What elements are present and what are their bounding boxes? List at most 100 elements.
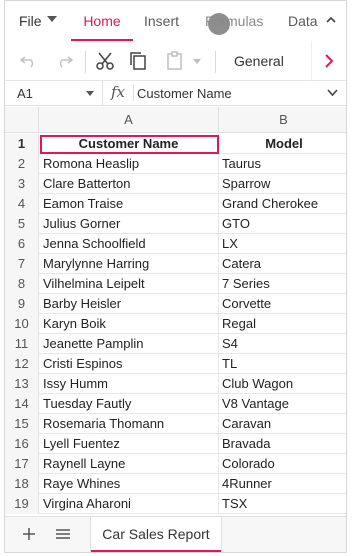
tab-file-label: File (19, 13, 42, 29)
row-header[interactable]: 6 (5, 234, 39, 254)
row-header[interactable]: 16 (5, 434, 39, 454)
cell-a[interactable]: Julius Gorner (39, 214, 219, 234)
table-row: 17 Raynell Layne Colorado (5, 454, 346, 474)
cell-a[interactable]: Barby Heisler (39, 294, 219, 314)
redo-button[interactable] (52, 49, 76, 73)
tab-home-label: Home (83, 13, 121, 29)
row-header[interactable]: 10 (5, 314, 39, 334)
add-sheet-icon[interactable] (21, 526, 37, 542)
cell-a[interactable]: Customer Name (39, 134, 219, 154)
sheet-tab-bar: Car Sales Report (5, 516, 346, 552)
row-header[interactable]: 1 (5, 134, 39, 154)
table-row: 8 Vilhelmina Leipelt 7 Series (5, 274, 346, 294)
chevron-right-icon (325, 54, 334, 68)
paste-options-button[interactable] (189, 49, 205, 73)
cell-a[interactable]: Tuesday Fautly (39, 394, 219, 414)
cell-a[interactable]: Jenna Schoolfield (39, 234, 219, 254)
cell-a[interactable]: Cristi Espinos (39, 354, 219, 374)
tab-data[interactable]: Data (288, 13, 318, 39)
row-header[interactable]: 17 (5, 454, 39, 474)
cell-b[interactable]: Regal (219, 314, 346, 334)
cell-b[interactable]: GTO (219, 214, 346, 234)
row-header[interactable]: 2 (5, 154, 39, 174)
fx-icon[interactable]: fx (111, 83, 125, 101)
cell-a[interactable]: Lyell Fuentez (39, 434, 219, 454)
name-box-value: A1 (17, 86, 33, 101)
cell-b[interactable]: Model (219, 134, 346, 154)
cell-a[interactable]: Raye Whines (39, 474, 219, 494)
cell-a[interactable]: Jeanette Pamplin (39, 334, 219, 354)
table-row: 12 Cristi Espinos TL (5, 354, 346, 374)
table-row: 18 Raye Whines 4Runner (5, 474, 346, 494)
sheet-tab-active[interactable]: Car Sales Report (90, 517, 222, 552)
table-row: 1 Customer Name Model (5, 134, 346, 154)
row-header[interactable]: 4 (5, 194, 39, 214)
formula-bar: A1 fx Customer Name (5, 81, 346, 106)
cell-b[interactable]: 7 Series (219, 274, 346, 294)
column-header-a[interactable]: A (39, 107, 219, 133)
cell-b[interactable]: Bravada (219, 434, 346, 454)
cell-a[interactable]: Virgina Aharoni (39, 494, 219, 514)
row-header[interactable]: 8 (5, 274, 39, 294)
toolbar-scroll-right-button[interactable] (311, 41, 346, 81)
tab-file[interactable]: File (19, 13, 57, 39)
name-box[interactable]: A1 (5, 81, 103, 105)
tab-insert[interactable]: Insert (144, 13, 179, 39)
cell-b[interactable]: Club Wagon (219, 374, 346, 394)
row-header[interactable]: 9 (5, 294, 39, 314)
row-header[interactable]: 19 (5, 494, 39, 514)
column-header-b[interactable]: B (219, 107, 346, 133)
cell-a[interactable]: Romona Heaslip (39, 154, 219, 174)
collapse-ribbon-button[interactable] (326, 15, 336, 25)
sheet-list-icon[interactable] (55, 527, 71, 541)
cell-a[interactable]: Marylynne Harring (39, 254, 219, 274)
chevron-down-icon (193, 58, 201, 64)
row-header[interactable]: 12 (5, 354, 39, 374)
copy-button[interactable] (126, 49, 150, 73)
row-header[interactable]: 3 (5, 174, 39, 194)
cell-b[interactable]: S4 (219, 334, 346, 354)
cell-b[interactable]: Caravan (219, 414, 346, 434)
cell-b[interactable]: LX (219, 234, 346, 254)
row-header[interactable]: 11 (5, 334, 39, 354)
formula-input[interactable]: Customer Name (137, 86, 232, 101)
table-row: 3 Clare Batterton Sparrow (5, 174, 346, 194)
cut-button[interactable] (93, 49, 117, 73)
cell-b[interactable]: Taurus (219, 154, 346, 174)
active-sheet-indicator (91, 550, 221, 552)
cell-a[interactable]: Clare Batterton (39, 174, 219, 194)
cell-a[interactable]: Vilhelmina Leipelt (39, 274, 219, 294)
cell-a[interactable]: Raynell Layne (39, 454, 219, 474)
cell-b[interactable]: 4Runner (219, 474, 346, 494)
tab-home[interactable]: Home (71, 13, 133, 41)
cell-b[interactable]: Colorado (219, 454, 346, 474)
cell-b[interactable]: TSX (219, 494, 346, 514)
cell-b[interactable]: Grand Cherokee (219, 194, 346, 214)
row-header[interactable]: 13 (5, 374, 39, 394)
select-all-corner[interactable] (5, 107, 39, 133)
table-row: 10 Karyn Boik Regal (5, 314, 346, 334)
redo-icon (59, 56, 73, 68)
formula-separator (133, 85, 134, 101)
expand-formula-bar-icon[interactable] (327, 89, 338, 97)
row-header[interactable]: 7 (5, 254, 39, 274)
chevron-up-icon (326, 16, 336, 23)
cell-b[interactable]: TL (219, 354, 346, 374)
cell-b[interactable]: V8 Vantage (219, 394, 346, 414)
cell-a[interactable]: Issy Humm (39, 374, 219, 394)
cell-a[interactable]: Rosemaria Thomann (39, 414, 219, 434)
cell-b[interactable]: Catera (219, 254, 346, 274)
cell-b[interactable]: Sparrow (219, 174, 346, 194)
cell-a[interactable]: Eamon Traise (39, 194, 219, 214)
cell-a[interactable]: Karyn Boik (39, 314, 219, 334)
tab-formulas[interactable]: Formulas (205, 13, 263, 39)
paste-button[interactable] (163, 49, 187, 73)
undo-button[interactable] (17, 49, 41, 73)
row-header[interactable]: 5 (5, 214, 39, 234)
cell-b[interactable]: Corvette (219, 294, 346, 314)
row-header[interactable]: 14 (5, 394, 39, 414)
number-format-dropdown[interactable]: General (234, 53, 284, 69)
row-header[interactable]: 15 (5, 414, 39, 434)
table-row: 2 Romona Heaslip Taurus (5, 154, 346, 174)
row-header[interactable]: 18 (5, 474, 39, 494)
